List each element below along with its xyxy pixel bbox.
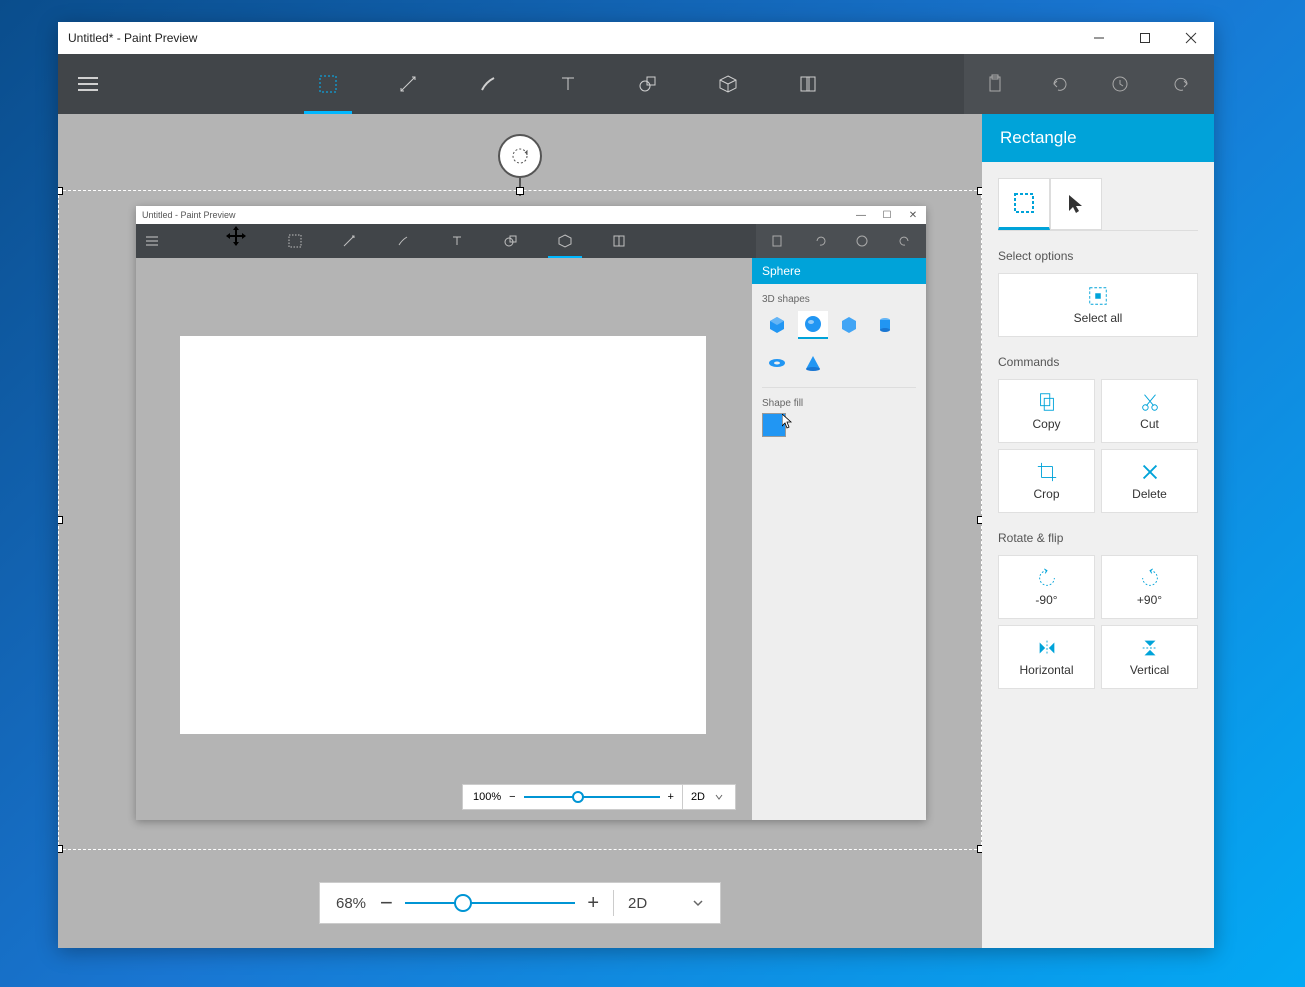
commands-label: Commands — [998, 355, 1198, 369]
inner-zoom-in: + — [668, 791, 674, 803]
rotate-handle[interactable] — [498, 134, 542, 178]
inner-zoom-bar: 100% − + 2D — [462, 784, 736, 810]
pasted-screenshot[interactable]: Untitled - Paint Preview — ☐ ✕ — [136, 206, 926, 820]
window-title: Untitled* - Paint Preview — [68, 31, 1076, 45]
inner-close: ✕ — [900, 206, 926, 224]
redo-button[interactable] — [1152, 54, 1215, 114]
view-mode-label[interactable]: 2D — [628, 895, 678, 912]
copy-button[interactable]: Copy — [998, 379, 1095, 443]
inner-3d-tool — [538, 224, 592, 258]
panel-title: Rectangle — [982, 114, 1214, 162]
select-all-button[interactable]: Select all — [998, 273, 1198, 337]
move-cursor-icon — [226, 226, 246, 251]
history-buttons — [964, 54, 1214, 114]
history-button[interactable] — [1089, 54, 1152, 114]
minimize-button[interactable] — [1076, 22, 1122, 54]
inner-maximize: ☐ — [874, 206, 900, 224]
inner-menu — [136, 224, 168, 258]
hexagon-shape-icon — [834, 311, 864, 339]
zoom-bar: 68% − + 2D — [319, 882, 721, 924]
inner-sidepanel: Sphere 3D shapes — [752, 258, 926, 820]
inner-text-tool — [430, 224, 484, 258]
tool-tabs — [288, 54, 848, 114]
select-options-label: Select options — [998, 249, 1198, 263]
zoom-in-button[interactable]: + — [587, 892, 599, 915]
canvas-area[interactable]: Untitled - Paint Preview — ☐ ✕ — [58, 114, 982, 948]
rotate-flip-label: Rotate & flip — [998, 531, 1198, 545]
inner-canvas-white — [180, 336, 706, 734]
inner-view-mode: 2D — [691, 791, 705, 803]
rectangle-select-tab[interactable] — [998, 178, 1050, 230]
delete-button[interactable]: Delete — [1101, 449, 1198, 513]
inner-zoom-percent: 100% — [473, 791, 501, 803]
maximize-button[interactable] — [1122, 22, 1168, 54]
inner-select-tool — [268, 224, 322, 258]
undo-button[interactable] — [1027, 54, 1090, 114]
inner-brush-tool — [376, 224, 430, 258]
main-toolbar — [58, 54, 1214, 114]
pointer-select-tab[interactable] — [1050, 178, 1102, 230]
pointer-cursor-icon — [782, 414, 794, 435]
inner-canvas: 100% − + 2D — [136, 258, 752, 820]
inner-paste — [756, 224, 799, 258]
chevron-down-icon[interactable] — [692, 897, 704, 909]
selection-mode-tabs — [998, 178, 1198, 231]
paste-button[interactable] — [964, 54, 1027, 114]
inner-crop-tool — [322, 224, 376, 258]
rotate-pos90-button[interactable]: +90° — [1101, 555, 1198, 619]
torus-shape-icon — [762, 349, 792, 377]
zoom-percent: 68% — [336, 895, 366, 912]
inner-stickers-tool — [592, 224, 646, 258]
rotate-neg90-button[interactable]: -90° — [998, 555, 1095, 619]
titlebar: Untitled* - Paint Preview — [58, 22, 1214, 54]
inner-minimize: — — [848, 206, 874, 224]
zoom-slider[interactable] — [405, 902, 575, 904]
text-tool[interactable] — [528, 54, 608, 114]
zoom-slider-thumb[interactable] — [454, 894, 472, 912]
stickers-tool[interactable] — [768, 54, 848, 114]
inner-zoom-out: − — [509, 791, 515, 803]
shapes-3d-tool[interactable] — [688, 54, 768, 114]
inner-window-title: Untitled - Paint Preview — [142, 210, 848, 220]
sphere-shape-icon — [798, 311, 828, 339]
inner-shapes-label: 3D shapes — [762, 294, 916, 305]
inner-shapefill-label: Shape fill — [762, 398, 916, 409]
shapes-2d-tool[interactable] — [608, 54, 688, 114]
inner-toolbar — [136, 224, 926, 258]
inner-undo — [799, 224, 842, 258]
app-window: Untitled* - Paint Preview — [58, 22, 1214, 948]
flip-vertical-button[interactable]: Vertical — [1101, 625, 1198, 689]
crop-tool[interactable] — [368, 54, 448, 114]
inner-2d-tool — [484, 224, 538, 258]
crop-button[interactable]: Crop — [998, 449, 1095, 513]
inner-redo — [884, 224, 927, 258]
flip-horizontal-button[interactable]: Horizontal — [998, 625, 1095, 689]
brush-tool[interactable] — [448, 54, 528, 114]
inner-history — [841, 224, 884, 258]
inner-titlebar: Untitled - Paint Preview — ☐ ✕ — [136, 206, 926, 224]
cube-shape-icon — [762, 311, 792, 339]
cylinder-shape-icon — [870, 311, 900, 339]
cut-button[interactable]: Cut — [1101, 379, 1198, 443]
select-tool[interactable] — [288, 54, 368, 114]
zoom-out-button[interactable]: − — [380, 890, 393, 916]
cone-shape-icon — [798, 349, 828, 377]
window-buttons — [1076, 22, 1214, 54]
close-button[interactable] — [1168, 22, 1214, 54]
workspace: Untitled - Paint Preview — ☐ ✕ — [58, 114, 1214, 948]
menu-button[interactable] — [58, 54, 118, 114]
side-panel: Rectangle Select options Select all Comm… — [982, 114, 1214, 948]
inner-panel-title: Sphere — [752, 258, 926, 284]
